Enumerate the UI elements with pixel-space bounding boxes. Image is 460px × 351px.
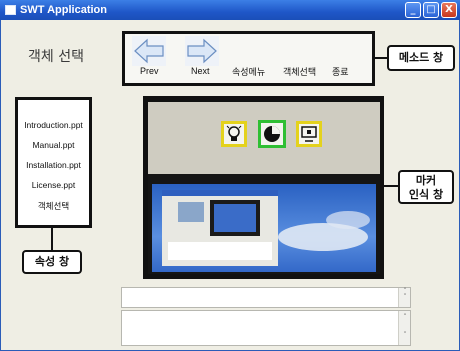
marker-projector [296,121,322,147]
property-item[interactable]: License.ppt [18,180,89,190]
object-select-button[interactable]: 객체선택 [283,65,316,78]
scroll-up-icon[interactable]: ˄ [399,313,411,321]
window-title: SWT Application [20,4,107,16]
app-icon [5,5,16,15]
next-button[interactable] [185,36,219,66]
minimize-button[interactable]: _ [405,2,421,18]
property-callout-connector [51,228,53,250]
property-window-callout: 속성 창 [22,250,82,274]
property-menu-button[interactable]: 속성메뉴 [232,65,265,78]
lightbulb-icon [226,125,242,141]
exit-button[interactable]: 종료 [332,65,349,78]
text-area-bottom[interactable]: ˄ ˅ [121,310,411,346]
marker-callout-line2: 인식 창 [408,188,444,201]
marker-callout-line1: 마커 [415,174,437,187]
property-item[interactable]: 객체선택 [18,200,89,212]
scroll-down-icon[interactable]: ˅ [399,331,411,339]
scrollbar[interactable]: ˄ ˅ [398,287,411,307]
text-area-top[interactable]: ˄ ˅ [121,287,411,308]
pie-chart-icon [264,126,280,142]
right-arrow-icon [187,38,217,64]
projector-icon [301,126,317,142]
prev-button[interactable] [132,36,166,66]
method-window-callout: 메소드 창 [387,45,455,71]
marker-pie-chart [258,120,286,148]
left-arrow-icon [134,38,164,64]
scrollbar[interactable]: ˄ ˅ [398,311,410,345]
property-item[interactable]: Installation.ppt [18,160,89,170]
next-label: Next [191,66,210,76]
title-bar[interactable]: SWT Application _ □ X [0,0,460,20]
prev-label: Prev [140,66,159,76]
maximize-button[interactable]: □ [423,2,439,18]
object-select-label: 객체 선택 [28,49,84,65]
marker-window-callout: 마커 인식 창 [398,170,454,204]
property-item[interactable]: Introduction.ppt [18,120,89,130]
property-item[interactable]: Manual.ppt [18,140,89,150]
scroll-down-icon[interactable]: ˅ [399,293,411,301]
close-button[interactable]: X [441,2,457,18]
property-panel: Introduction.ppt Manual.ppt Installation… [15,97,92,228]
method-callout-connector [375,57,387,59]
marker-callout-connector [384,185,398,187]
marker-lightbulb [221,121,247,147]
